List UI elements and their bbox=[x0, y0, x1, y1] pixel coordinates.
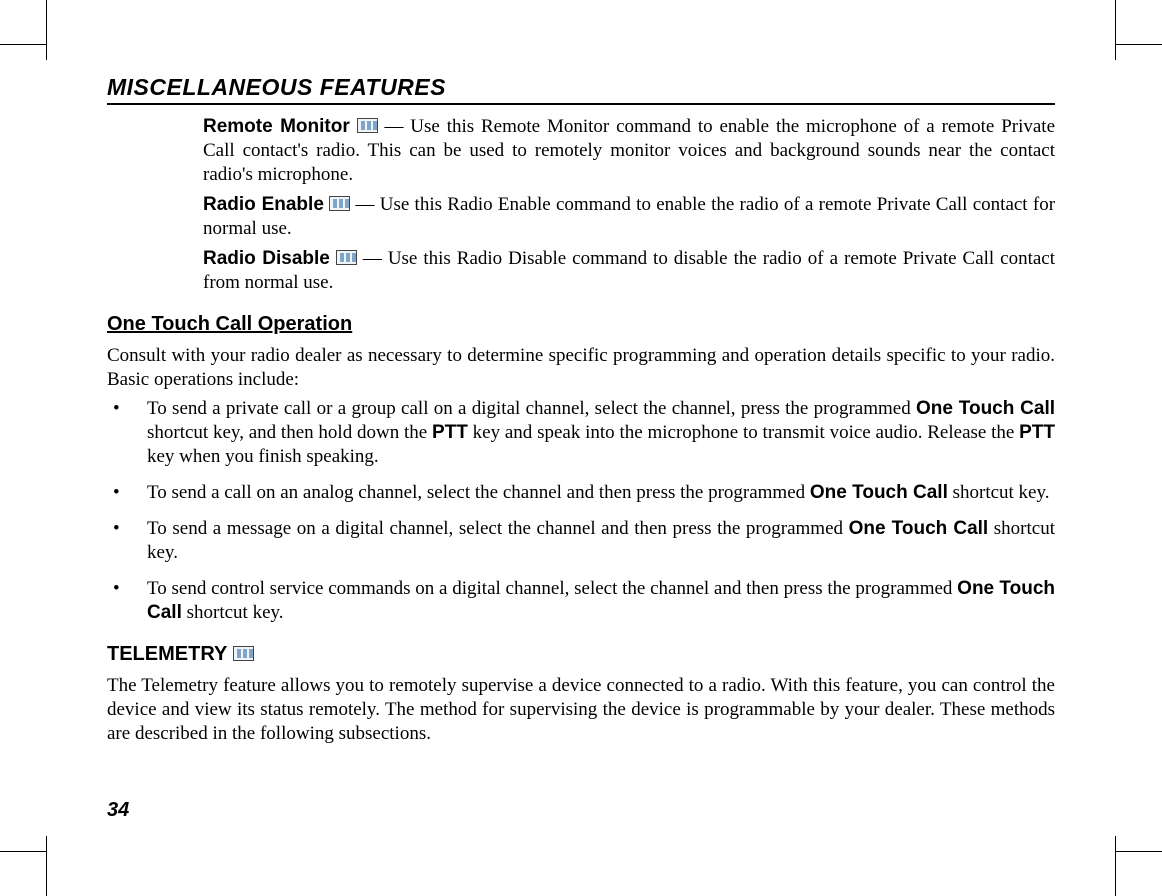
bold-text: One Touch Call bbox=[810, 482, 948, 503]
list-item: To send a message on a digital channel, … bbox=[107, 517, 1055, 565]
radio-disable-body: — Use this Radio Disable command to disa… bbox=[203, 248, 1055, 293]
section-header: MISCELLANEOUS FEATURES bbox=[107, 74, 1055, 105]
text: To send a private call or a group call o… bbox=[147, 398, 916, 419]
radio-disable-title: Radio Disable bbox=[203, 248, 330, 269]
bold-text: One Touch Call bbox=[916, 398, 1055, 419]
text: shortcut key. bbox=[948, 482, 1050, 503]
text: shortcut key, and then hold down the bbox=[147, 422, 432, 443]
remote-monitor-title: Remote Monitor bbox=[203, 116, 350, 137]
text: To send a message on a digital channel, … bbox=[147, 518, 849, 539]
bold-text: One Touch Call bbox=[849, 518, 989, 539]
page-content: MISCELLANEOUS FEATURES Remote Monitor — … bbox=[107, 74, 1055, 822]
text: To send control service commands on a di… bbox=[147, 578, 957, 599]
feature-definitions: Remote Monitor — Use this Remote Monitor… bbox=[203, 115, 1055, 295]
feature-icon bbox=[336, 250, 357, 265]
feature-icon bbox=[329, 196, 350, 211]
list-item: To send control service commands on a di… bbox=[107, 577, 1055, 625]
one-touch-bullets: To send a private call or a group call o… bbox=[107, 397, 1055, 625]
telemetry-heading: TELEMETRY bbox=[107, 643, 1055, 666]
telemetry-body: The Telemetry feature allows you to remo… bbox=[107, 674, 1055, 746]
one-touch-intro: Consult with your radio dealer as necess… bbox=[107, 344, 1055, 392]
feature-icon bbox=[357, 118, 378, 133]
radio-enable-title: Radio Enable bbox=[203, 194, 324, 215]
bold-text: PTT bbox=[1019, 422, 1055, 443]
text: To send a call on an analog channel, sel… bbox=[147, 482, 810, 503]
bold-text: PTT bbox=[432, 422, 468, 443]
telemetry-heading-text: TELEMETRY bbox=[107, 643, 227, 665]
feature-icon bbox=[233, 646, 254, 661]
text: shortcut key. bbox=[182, 602, 284, 623]
page-number: 34 bbox=[107, 799, 129, 822]
remote-monitor-para: Remote Monitor — Use this Remote Monitor… bbox=[203, 115, 1055, 187]
list-item: To send a call on an analog channel, sel… bbox=[107, 481, 1055, 505]
text: key when you finish speaking. bbox=[147, 446, 379, 467]
one-touch-heading: One Touch Call Operation bbox=[107, 313, 1055, 336]
list-item: To send a private call or a group call o… bbox=[107, 397, 1055, 469]
radio-disable-para: Radio Disable — Use this Radio Disable c… bbox=[203, 247, 1055, 295]
radio-enable-para: Radio Enable — Use this Radio Enable com… bbox=[203, 193, 1055, 241]
text: key and speak into the microphone to tra… bbox=[468, 422, 1019, 443]
